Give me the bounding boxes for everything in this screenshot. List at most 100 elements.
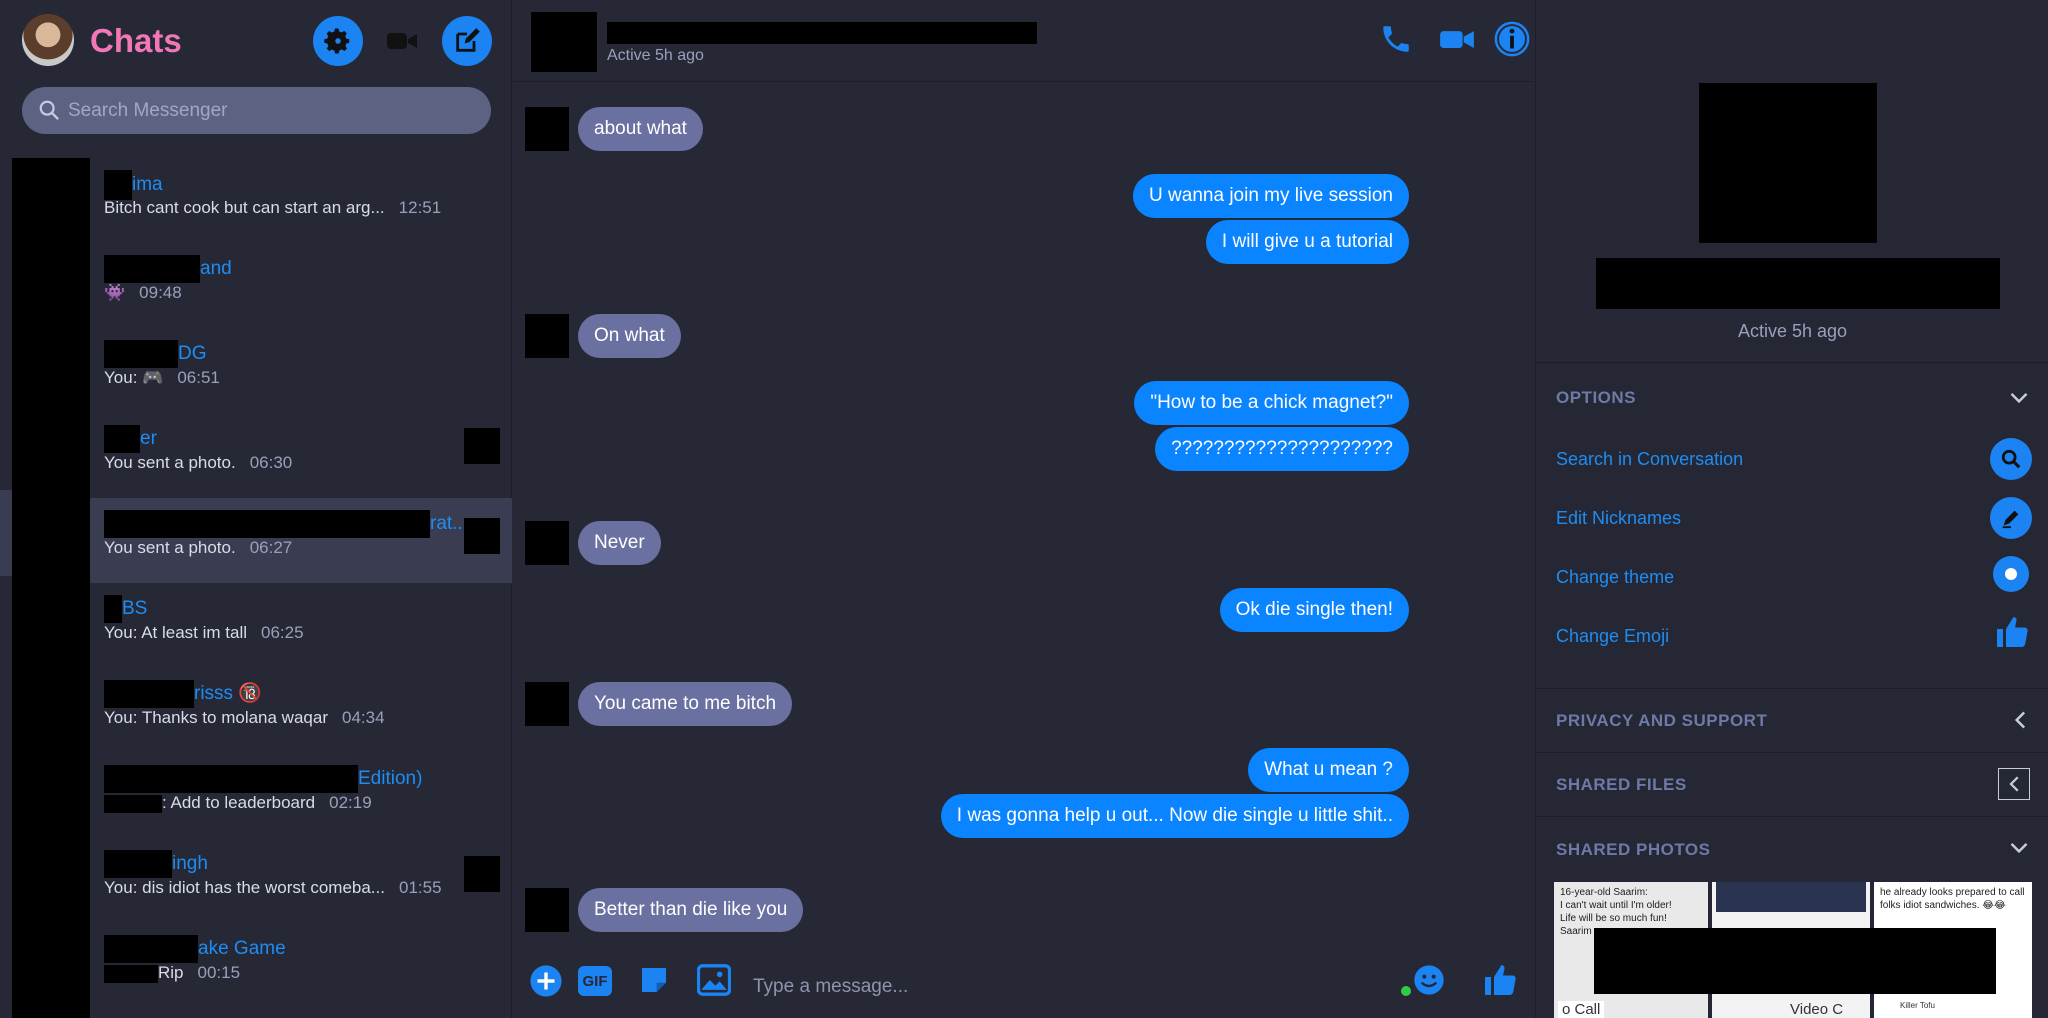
chat-preview: Bitch cant cook but can start an arg... 1… xyxy=(104,198,442,217)
emoji-button[interactable] xyxy=(1413,964,1445,1001)
photo-footer: Killer Tofu xyxy=(1900,1001,1935,1010)
privacy-section-title[interactable]: PRIVACY AND SUPPORT xyxy=(1556,711,1767,731)
photo-caption: he already looks prepared to call folks … xyxy=(1880,887,2025,911)
option-change-theme-button[interactable] xyxy=(1993,556,2029,592)
chevron-down-icon xyxy=(2010,392,2028,404)
thumbnail xyxy=(464,856,500,892)
new-video-call-button[interactable] xyxy=(382,21,422,61)
contact-status: Active 5h ago xyxy=(607,47,704,64)
chat-time: 00:15 xyxy=(197,963,241,982)
chat-list-item[interactable]: Edition) : Add to leaderboard 02:19 xyxy=(90,753,512,838)
chat-list-item[interactable]: DG You: 🎮 06:51 xyxy=(90,328,512,413)
contact-name xyxy=(607,22,1037,44)
message-outgoing[interactable]: I was gonna help u out... Now die single… xyxy=(940,794,1409,838)
message-outgoing[interactable]: U wanna join my live session xyxy=(1133,174,1409,218)
sticker-icon xyxy=(642,968,666,992)
search-icon xyxy=(2001,449,2021,469)
gear-icon xyxy=(324,28,350,54)
chat-name: ake Game xyxy=(104,935,286,963)
gif-button[interactable]: GIF xyxy=(578,966,612,996)
message-outgoing[interactable]: What u mean ? xyxy=(1248,748,1409,792)
chat-name: DG xyxy=(104,340,207,368)
chat-preview: You sent a photo. 06:27 xyxy=(104,538,293,557)
photo-footer: Video C xyxy=(1790,1001,1844,1018)
contact-avatar xyxy=(531,12,597,72)
photo-button[interactable] xyxy=(696,964,732,1001)
chat-list-item[interactable]: ima Bitch cant cook but can start an arg… xyxy=(90,158,512,243)
chevron-down-icon xyxy=(2010,842,2028,854)
send-like-button[interactable] xyxy=(1481,962,1519,1003)
chat-list-item[interactable]: and 👾 09:48 xyxy=(90,243,512,328)
settings-button[interactable] xyxy=(313,16,363,66)
chat-preview: You: 🎮 06:51 xyxy=(104,368,220,387)
message-incoming[interactable]: On what xyxy=(578,314,681,358)
chat-list-item[interactable]: ingh You: dis idiot has the worst comeba… xyxy=(90,838,512,923)
chat-name: Edition) xyxy=(104,765,422,793)
options-toggle[interactable] xyxy=(2008,388,2030,413)
message-incoming[interactable]: about what xyxy=(578,107,703,151)
privacy-toggle[interactable] xyxy=(2010,709,2030,736)
divider xyxy=(1536,688,2048,689)
option-change-emoji[interactable]: Change Emoji xyxy=(1556,626,1669,647)
option-change-theme[interactable]: Change theme xyxy=(1556,567,1674,588)
chat-time: 06:25 xyxy=(261,623,304,642)
search-input[interactable] xyxy=(68,87,468,134)
chat-list-item[interactable]: BS You: At least im tall 06:25 xyxy=(90,583,512,668)
chat-list-item[interactable]: er You sent a photo. 06:30 xyxy=(90,413,512,498)
sidebar-title: Chats xyxy=(90,22,182,59)
chat-time: 06:51 xyxy=(177,368,220,387)
chat-name: and xyxy=(104,255,232,283)
files-toggle[interactable] xyxy=(1998,768,2030,800)
chat-preview: You: Thanks to molana waqar 04:34 xyxy=(104,708,385,727)
option-search-in-conversation[interactable]: Search in Conversation xyxy=(1556,449,1743,470)
chat-time: 01:55 xyxy=(398,878,442,897)
divider xyxy=(1536,752,2048,753)
thumbs-up-icon xyxy=(1997,617,2028,647)
info-button[interactable] xyxy=(1493,20,1531,63)
option-change-emoji-button[interactable] xyxy=(1994,614,2030,655)
chat-list-item-active[interactable]: rat.. You sent a photo. 06:27 xyxy=(90,498,512,583)
photos-toggle[interactable] xyxy=(2008,838,2030,863)
message-incoming[interactable]: Never xyxy=(578,521,661,565)
message-outgoing[interactable]: I will give u a tutorial xyxy=(1205,220,1409,264)
message-incoming[interactable]: You came to me bitch xyxy=(578,682,793,726)
chat-list-item[interactable]: ake Game Rip 00:15 xyxy=(90,923,512,1008)
theme-dot-icon xyxy=(2005,568,2017,580)
sender-avatar xyxy=(525,521,569,565)
message-outgoing[interactable]: "How to be a chick magnet?" xyxy=(1134,381,1409,425)
chat-list: ima Bitch cant cook but can start an arg… xyxy=(0,158,512,1018)
chevron-left-icon xyxy=(2014,711,2026,729)
video-call-button[interactable] xyxy=(1439,22,1475,61)
files-section-title[interactable]: SHARED FILES xyxy=(1556,775,1687,795)
option-edit-nicknames-button[interactable] xyxy=(1990,497,2032,539)
sidebar-header: Chats xyxy=(0,0,512,80)
message-outgoing[interactable]: ????????????????????? xyxy=(1155,427,1409,471)
sticker-button[interactable] xyxy=(638,964,670,1001)
smiley-icon xyxy=(1414,965,1444,995)
message-outgoing[interactable]: Ok die single then! xyxy=(1219,588,1409,632)
chat-name: ima xyxy=(104,170,163,200)
compose-button[interactable] xyxy=(442,16,492,66)
photos-section-title[interactable]: SHARED PHOTOS xyxy=(1556,840,1711,860)
option-search-button[interactable] xyxy=(1990,438,2032,480)
divider xyxy=(1536,816,2048,817)
compose-icon xyxy=(456,28,480,52)
gif-icon: GIF xyxy=(578,966,612,996)
thumbnail xyxy=(464,518,500,554)
option-edit-nicknames[interactable]: Edit Nicknames xyxy=(1556,508,1681,529)
search-bar[interactable] xyxy=(22,87,491,134)
info-icon xyxy=(1494,21,1530,57)
pencil-icon xyxy=(2002,510,2019,529)
avatar[interactable] xyxy=(22,14,74,66)
message-incoming[interactable]: Better than die like you xyxy=(578,888,804,932)
chat-preview: 👾 09:48 xyxy=(104,283,182,302)
options-section-title[interactable]: OPTIONS xyxy=(1556,388,1636,408)
audio-call-button[interactable] xyxy=(1379,22,1413,61)
more-actions-button[interactable] xyxy=(529,964,563,1003)
redacted-area xyxy=(1594,928,1996,994)
chat-list-item[interactable]: risss 🔞 You: Thanks to molana waqar 04:34 xyxy=(90,668,512,753)
message-input[interactable] xyxy=(753,965,1313,1009)
sender-avatar xyxy=(525,888,569,932)
contact-name xyxy=(1596,258,2000,309)
chat-preview: Rip 00:15 xyxy=(104,963,240,983)
